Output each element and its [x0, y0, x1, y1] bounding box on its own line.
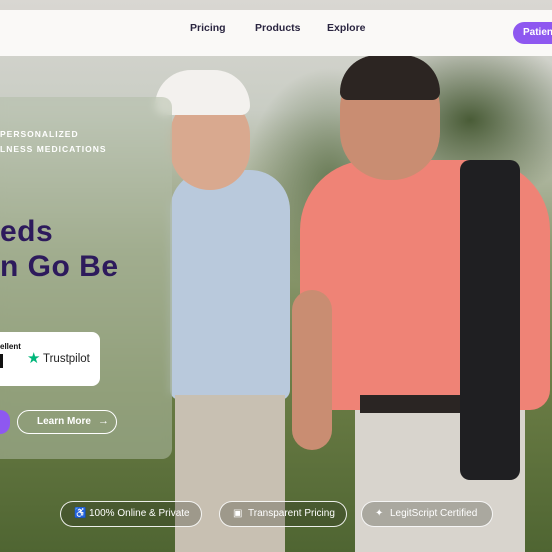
hero-tagline-line-1: PERSONALIZED [0, 129, 79, 139]
trustpilot-star-icon: ★ [27, 350, 41, 367]
certified-icon: ✦ [375, 508, 384, 519]
hero-headline-line-2: n Go Be [0, 250, 119, 283]
nav-link-pricing[interactable]: Pricing [190, 22, 226, 34]
golfer-left-pants [175, 395, 285, 552]
accessibility-icon: ♿ [74, 508, 87, 519]
badge-label: LegitScript Certified [390, 508, 478, 519]
hero-tagline-line-2: LNESS MEDICATIONS [0, 144, 107, 154]
nav-link-products[interactable]: Products [255, 22, 301, 34]
patient-button[interactable]: Patient [513, 22, 552, 44]
hero-headline-line-1: eds [0, 215, 54, 248]
golfer-left-shirt [170, 170, 290, 400]
golfer-right-arm [292, 290, 332, 450]
badge-label: Transparent Pricing [248, 508, 335, 519]
trust-divider [0, 354, 3, 368]
golf-bag-right [460, 160, 520, 480]
badge-transparent-pricing: ▣ Transparent Pricing [219, 501, 347, 527]
badge-legitscript-certified: ✦ LegitScript Certified [361, 501, 493, 527]
learn-more-label: Learn More [37, 416, 91, 427]
arrow-right-icon: → [98, 415, 109, 427]
nav-link-explore[interactable]: Explore [327, 22, 366, 34]
badge-label: 100% Online & Private [89, 508, 190, 519]
badge-online-private: ♿ 100% Online & Private [60, 501, 202, 527]
trustpilot-label: Trustpilot [43, 353, 90, 365]
learn-more-button[interactable]: Learn More → [17, 410, 117, 434]
trust-rating-text: ellent [0, 342, 21, 351]
golfer-right-hair [340, 55, 440, 100]
price-tag-icon: ▣ [233, 508, 243, 519]
